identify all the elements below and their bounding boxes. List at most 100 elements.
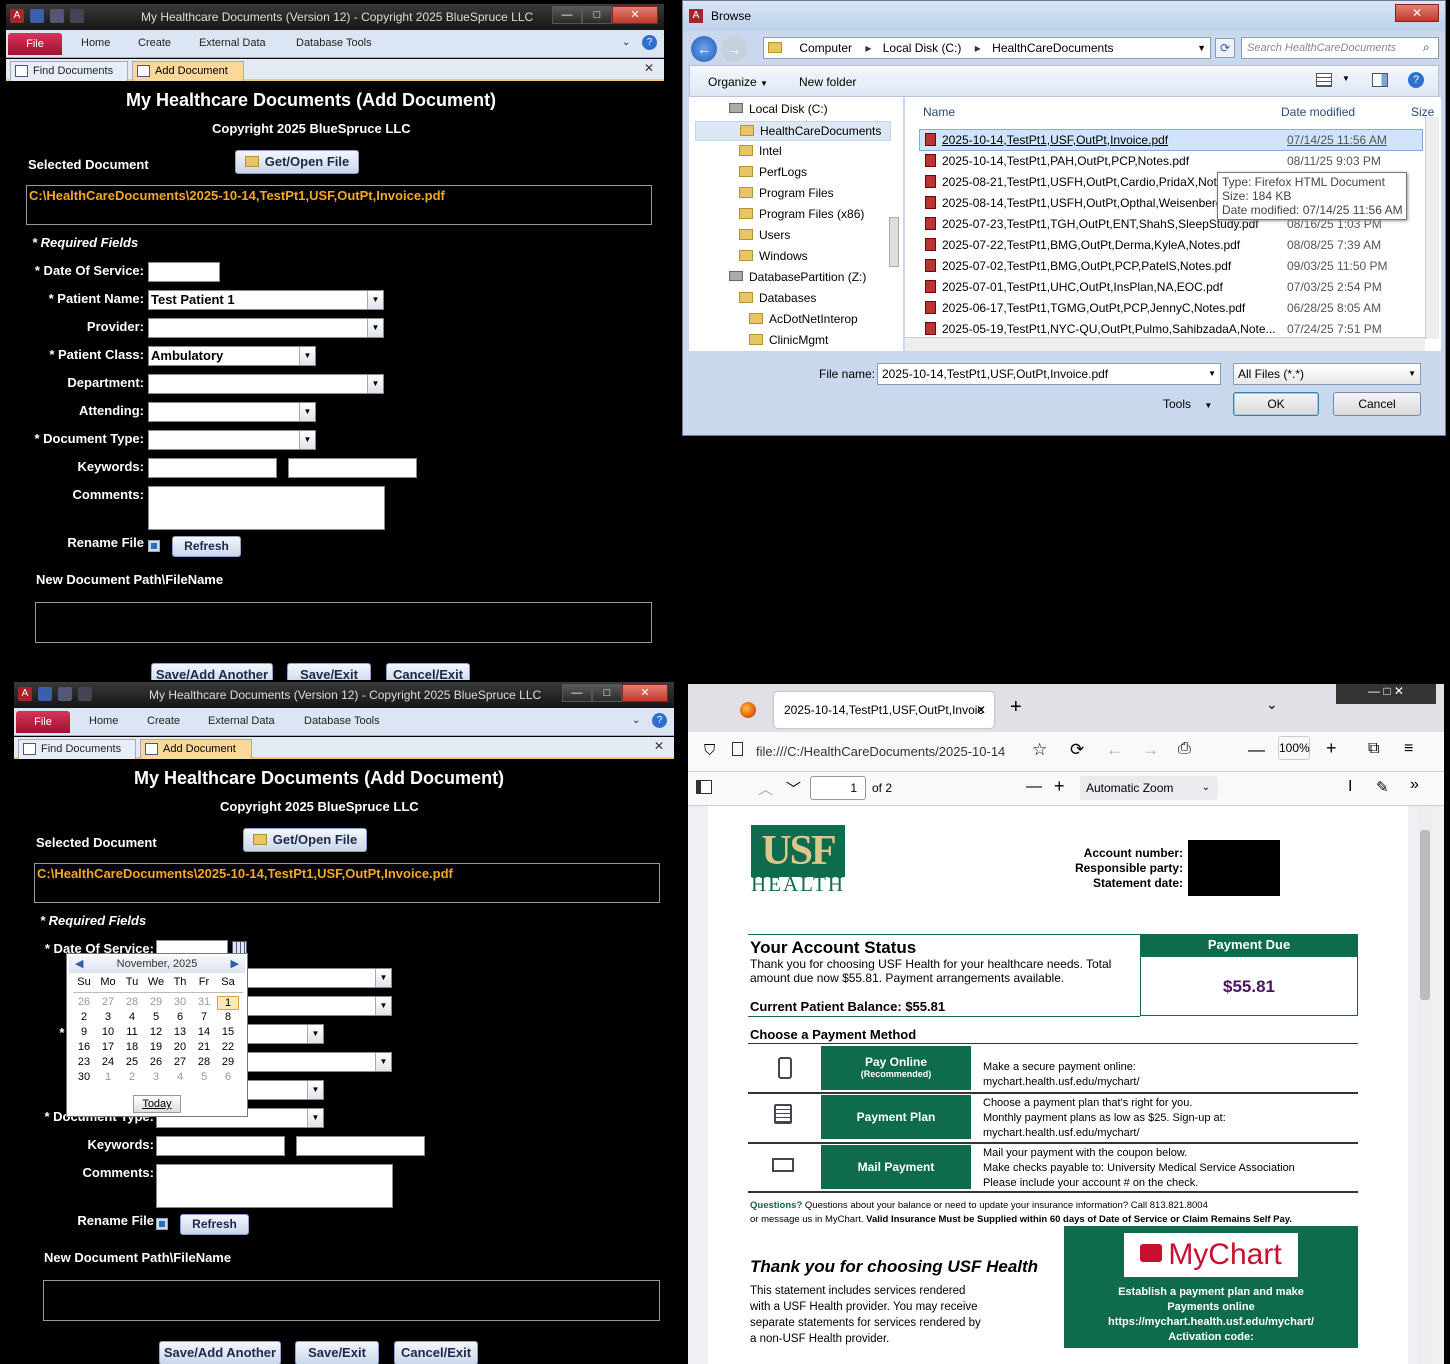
zoom-select[interactable]: Automatic Zoom ⌄ [1080, 776, 1218, 800]
close-button[interactable]: ✕ [612, 6, 658, 24]
help-icon[interactable]: ? [642, 35, 657, 50]
home-tab[interactable]: Home [81, 37, 110, 49]
chevron-down-icon[interactable]: ▼ [375, 1053, 391, 1071]
url-bar[interactable]: file:///C:/HealthCareDocuments/2025-10-1… [756, 744, 1026, 759]
calendar-day[interactable]: 9 [73, 1026, 95, 1038]
get-open-file-button[interactable]: Get/Open File [243, 828, 367, 852]
chevron-down-icon[interactable]: ▼ [1408, 364, 1416, 384]
save-icon[interactable] [38, 687, 52, 701]
cancel-exit-button[interactable]: Cancel/Exit [394, 1341, 478, 1364]
ok-button[interactable]: OK [1233, 392, 1319, 416]
redo-icon[interactable] [70, 9, 84, 23]
document-type-select[interactable]: ▼ [148, 430, 316, 450]
file-tab[interactable]: File [16, 711, 70, 733]
chevron-down-icon[interactable]: ▼ [367, 375, 383, 393]
close-tab-icon[interactable]: ✕ [654, 739, 664, 753]
calendar-day[interactable]: 2 [73, 1011, 95, 1023]
file-row[interactable]: 2025-07-01,TestPt1,UHC,OutPt,InsPlan,NA,… [925, 280, 1223, 294]
file-row[interactable]: 2025-08-21,TestPt1,USFH,OutPt,Cardio,Pri… [925, 175, 1229, 189]
file-name-input[interactable]: 2025-10-14,TestPt1,USF,OutPt,Invoice.pdf… [877, 363, 1221, 385]
calendar-day[interactable]: 20 [169, 1041, 191, 1053]
tree-item-databases[interactable]: Databases [739, 291, 816, 305]
reload-icon[interactable]: ⟳ [1070, 740, 1084, 760]
save-exit-button[interactable]: Save/Exit [287, 663, 371, 680]
calendar-day[interactable]: 22 [217, 1041, 239, 1053]
zoom-out-icon[interactable]: — [1248, 740, 1265, 760]
calendar-day[interactable]: 30 [73, 1071, 95, 1083]
forward-arrow-icon[interactable]: → [721, 36, 747, 62]
close-tab-icon[interactable]: ✕ [976, 692, 986, 728]
file-row[interactable]: 2025-07-22,TestPt1,BMG,OutPt,Derma,KyleA… [925, 238, 1240, 252]
file-row[interactable]: 2025-08-14,TestPt1,USFH,OutPt,Opthal,Wei… [925, 196, 1223, 210]
calendar-day[interactable]: 4 [169, 1071, 191, 1083]
calendar-day[interactable]: 23 [73, 1056, 95, 1068]
chevron-down-icon[interactable]: ▼ [299, 347, 315, 365]
chevron-down-icon[interactable]: ⌄ [1266, 696, 1278, 713]
address-bar[interactable]: Computer ▸ Local Disk (C:) ▸ HealthCareD… [763, 37, 1211, 59]
page-number-input[interactable]: 1 [810, 776, 866, 800]
zoom-in-icon[interactable]: + [1054, 776, 1065, 797]
tree-item-local-disk[interactable]: Local Disk (C:) [729, 102, 828, 116]
view-icon[interactable] [1316, 73, 1332, 87]
new-folder-button[interactable]: New folder [799, 75, 856, 89]
comments-input[interactable] [156, 1164, 393, 1208]
close-tab-icon[interactable]: ✕ [644, 61, 654, 75]
calendar-day[interactable]: 3 [145, 1071, 167, 1083]
calendar-day[interactable]: 19 [145, 1041, 167, 1053]
department-select[interactable]: ▼ [148, 374, 384, 394]
file-row[interactable]: 2025-06-17,TestPt1,TGMG,OutPt,PCP,JennyC… [925, 301, 1245, 315]
create-tab[interactable]: Create [138, 37, 171, 49]
keywords-input-2[interactable] [296, 1136, 425, 1156]
save-add-another-button[interactable]: Save/Add Another [151, 663, 273, 680]
column-name[interactable]: Name [923, 105, 955, 119]
today-button[interactable]: Today [133, 1095, 181, 1113]
calendar-day[interactable]: 15 [217, 1026, 239, 1038]
undo-icon[interactable] [50, 9, 64, 23]
horizontal-scrollbar[interactable] [905, 337, 1425, 351]
window-controls[interactable]: — □ ✕ [1336, 684, 1436, 704]
shield-icon[interactable]: ⛉ [704, 742, 715, 759]
calendar-day[interactable]: 7 [193, 1011, 215, 1023]
file-type-select[interactable]: All Files (*.*) ▼ [1233, 363, 1421, 385]
file-row[interactable]: 2025-05-19,TestPt1,NYC-QU,OutPt,Pulmo,Sa… [925, 322, 1276, 336]
calendar-day[interactable]: 8 [217, 1011, 239, 1023]
chevron-down-icon[interactable]: ▼ [299, 431, 315, 449]
help-icon[interactable]: ? [652, 713, 667, 728]
calendar-day[interactable]: 31 [193, 996, 215, 1008]
breadcrumb-local-disk[interactable]: Local Disk (C:) [883, 41, 962, 55]
calendar-day[interactable]: 1 [97, 1071, 119, 1083]
external-data-tab[interactable]: External Data [208, 715, 275, 727]
close-button[interactable]: ✕ [622, 684, 668, 702]
keywords-input-1[interactable] [148, 458, 277, 478]
tree-scrollbar[interactable] [889, 217, 899, 267]
undo-icon[interactable] [58, 687, 72, 701]
next-page-icon[interactable]: ﹀ [786, 778, 801, 799]
calendar-day[interactable]: 27 [97, 996, 119, 1008]
new-tab-icon[interactable]: + [1010, 696, 1022, 719]
browser-tab[interactable]: 2025-10-14,TestPt1,USF,OutPt,Invoic ✕ [774, 692, 994, 728]
refresh-icon[interactable]: ⟳ [1215, 38, 1235, 58]
more-tools-icon[interactable]: » [1410, 776, 1419, 794]
keywords-input-2[interactable] [288, 458, 417, 478]
calendar-day[interactable]: 6 [169, 1011, 191, 1023]
chevron-down-icon[interactable]: ▼ [1342, 74, 1350, 83]
chevron-down-icon[interactable]: ▼ [375, 969, 391, 987]
tree-item-windows[interactable]: Windows [739, 249, 808, 263]
calendar-day[interactable]: 24 [97, 1056, 119, 1068]
calendar-day[interactable]: 28 [193, 1056, 215, 1068]
chevron-down-icon[interactable]: ▼ [367, 319, 383, 337]
chevron-down-icon[interactable]: ▼ [307, 1025, 323, 1043]
organize-menu[interactable]: Organize ▼ [708, 75, 768, 89]
calendar-day[interactable]: 4 [121, 1011, 143, 1023]
breadcrumb-healthcaredocuments[interactable]: HealthCareDocuments [992, 41, 1113, 55]
calendar-day[interactable]: 29 [145, 996, 167, 1008]
print-icon[interactable]: ⎙ [1178, 740, 1191, 758]
chevron-down-icon[interactable]: ⌄ [622, 37, 630, 48]
date-of-service-input[interactable] [148, 262, 220, 282]
pdf-scrollbar[interactable] [1418, 806, 1432, 1364]
chevron-down-icon[interactable]: ▼ [299, 403, 315, 421]
comments-input[interactable] [148, 486, 385, 530]
back-arrow-icon[interactable]: ← [1106, 740, 1123, 760]
tree-item-intel[interactable]: Intel [739, 144, 782, 158]
chevron-down-icon[interactable]: ▼ [307, 1109, 323, 1127]
